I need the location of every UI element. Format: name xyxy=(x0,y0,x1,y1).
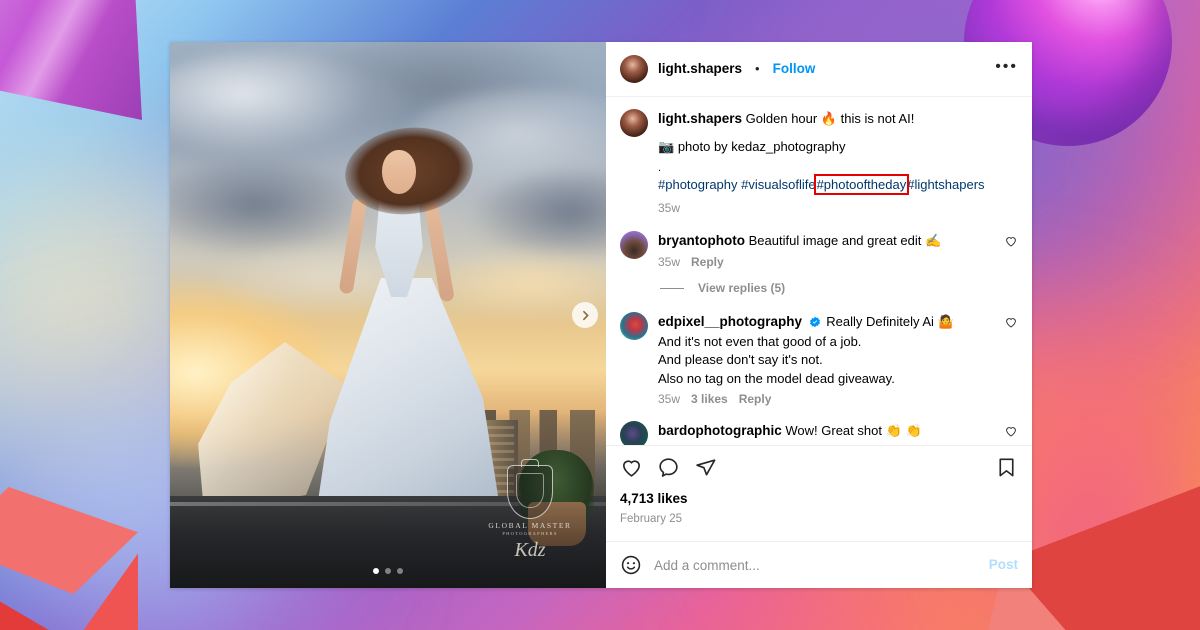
crest-icon xyxy=(507,465,553,519)
carousel-indicator xyxy=(373,568,403,574)
avatar[interactable] xyxy=(620,230,648,259)
caption-username[interactable]: light.shapers xyxy=(658,111,742,126)
post-sidebar: light.shapers • Follow ••• light.shapers… xyxy=(606,42,1032,588)
view-replies-button[interactable]: View replies (5) xyxy=(660,280,1018,297)
comment-text: Wow! Great shot xyxy=(785,423,882,439)
caption-hashtags: #photography #visualsoflife#photooftheda… xyxy=(658,173,1018,195)
watermark-signature: Kdz xyxy=(514,539,546,561)
emoji-picker-button[interactable] xyxy=(620,554,642,576)
carousel-next-button[interactable] xyxy=(572,302,598,328)
writing-hand-emoji: ✍️ xyxy=(924,233,942,249)
comment-like-button[interactable] xyxy=(1004,424,1018,443)
carousel-dot[interactable] xyxy=(385,568,391,574)
comment-timestamp: 35w xyxy=(658,392,681,407)
post-actions: 4,713 likes February 25 xyxy=(606,444,1032,541)
post-caption: light.shapers Golden hour 🔥 this is not … xyxy=(620,109,1018,217)
comment-meta: 35w Reply xyxy=(658,254,996,271)
clap-emoji: 👏 👏 xyxy=(885,424,923,440)
shrug-emoji: 🤷 xyxy=(937,314,954,330)
comment-text-row: edpixel__photography Really Definitely A… xyxy=(658,312,996,333)
comment-username[interactable]: bardophotographic xyxy=(658,423,782,438)
comment-text: Really Definitely Ai xyxy=(826,313,934,329)
comment-item: bardophotographic Wow! Great shot 👏 👏 35… xyxy=(620,421,1018,445)
chevron-right-icon xyxy=(582,310,588,320)
likes-count[interactable]: 4,713 likes xyxy=(620,489,1018,508)
post-media[interactable]: GLOBAL MASTER PHOTOGRAPHERS Kdz xyxy=(170,42,606,588)
add-comment-bar: Post xyxy=(606,541,1032,588)
decorative-purple-cone xyxy=(0,0,142,120)
instagram-post-card: GLOBAL MASTER PHOTOGRAPHERS Kdz light.sh… xyxy=(170,42,1032,588)
comment-reply-button[interactable]: Reply xyxy=(691,254,724,271)
comment-username[interactable]: edpixel__photography xyxy=(658,314,802,329)
decorative-red-cube xyxy=(0,487,138,630)
carousel-dot[interactable] xyxy=(373,568,379,574)
comment-button[interactable] xyxy=(657,456,680,479)
comment-extra-line: Also no tag on the model dead giveaway. xyxy=(658,370,895,386)
photo-watermark: GLOBAL MASTER PHOTOGRAPHERS Kdz xyxy=(484,465,576,560)
view-replies-label: View replies (5) xyxy=(698,281,786,296)
comment-item: edpixel__photography Really Definitely A… xyxy=(620,311,1018,409)
like-button[interactable] xyxy=(620,456,643,479)
comments-scroll-area[interactable]: light.shapers Golden hour 🔥 this is not … xyxy=(606,97,1032,445)
replies-dash xyxy=(660,288,684,290)
comment-likes-count[interactable]: 3 likes xyxy=(691,391,728,408)
bookmark-icon xyxy=(999,458,1014,476)
comment-text-row: bardophotographic Wow! Great shot 👏 👏 xyxy=(658,421,996,441)
avatar[interactable] xyxy=(620,55,648,83)
watermark-name: GLOBAL MASTER xyxy=(488,521,572,530)
share-button[interactable] xyxy=(694,456,717,479)
emoji-icon xyxy=(621,555,641,575)
heart-icon xyxy=(1006,427,1016,437)
caption-timestamp: 35w xyxy=(658,200,681,215)
post-comment-button[interactable]: Post xyxy=(989,555,1018,574)
caption-line-3: . xyxy=(658,161,662,174)
action-icon-row xyxy=(620,456,1018,479)
hashtag-link-highlighted[interactable]: #photooftheday xyxy=(813,173,910,195)
heart-icon xyxy=(623,460,640,477)
post-header: light.shapers • Follow ••• xyxy=(606,42,1032,97)
verified-badge-icon xyxy=(809,315,821,333)
caption-text: Golden hour xyxy=(745,111,818,126)
comment-text-row: bryantophoto Beautiful image and great e… xyxy=(658,231,996,251)
hashtag-link[interactable]: #photography xyxy=(658,177,738,192)
share-icon xyxy=(696,458,716,476)
watermark-subtitle: PHOTOGRAPHERS xyxy=(502,531,558,536)
more-options-button[interactable]: ••• xyxy=(995,58,1018,77)
hashtag-link[interactable]: #visualsoflife xyxy=(741,177,815,192)
caption-credit: photo by kedaz_photography xyxy=(677,139,846,155)
comment-meta: 35w 3 likes Reply xyxy=(658,391,996,408)
follow-button[interactable]: Follow xyxy=(773,59,816,78)
avatar[interactable] xyxy=(620,311,648,340)
header-separator: • xyxy=(755,60,760,76)
comment-like-button[interactable] xyxy=(1004,315,1018,334)
post-date: February 25 xyxy=(620,512,683,525)
post-author-username[interactable]: light.shapers xyxy=(658,59,742,78)
comment-extra-line: And please don't say it's not. xyxy=(658,352,823,368)
comment-timestamp: 35w xyxy=(658,255,681,270)
comment-item: bryantophoto Beautiful image and great e… xyxy=(620,230,1018,271)
avatar[interactable] xyxy=(620,421,648,445)
comment-username[interactable]: bryantophoto xyxy=(658,233,745,248)
heart-icon xyxy=(1006,317,1016,328)
save-button[interactable] xyxy=(995,456,1018,479)
caption-line-2: 📷 photo by kedaz_photography xyxy=(658,138,1018,157)
carousel-dot[interactable] xyxy=(397,568,403,574)
comment-text: Beautiful image and great edit xyxy=(748,232,922,248)
comment-reply-button[interactable]: Reply xyxy=(739,391,772,408)
comment-input[interactable] xyxy=(654,557,977,573)
comment-extra-line: And it's not even that good of a job. xyxy=(658,333,862,349)
fire-emoji: 🔥 xyxy=(820,112,838,127)
hashtag-link[interactable]: #lightshapers xyxy=(907,177,984,192)
heart-icon xyxy=(1006,237,1016,247)
caption-line-1: light.shapers Golden hour 🔥 this is not … xyxy=(658,109,1018,129)
camera-emoji: 📷 xyxy=(658,140,675,156)
caption-tail: this is not AI! xyxy=(840,111,915,126)
comment-like-button[interactable] xyxy=(1004,234,1018,253)
model-face xyxy=(382,150,416,194)
avatar[interactable] xyxy=(620,109,648,137)
comment-icon xyxy=(659,457,678,477)
